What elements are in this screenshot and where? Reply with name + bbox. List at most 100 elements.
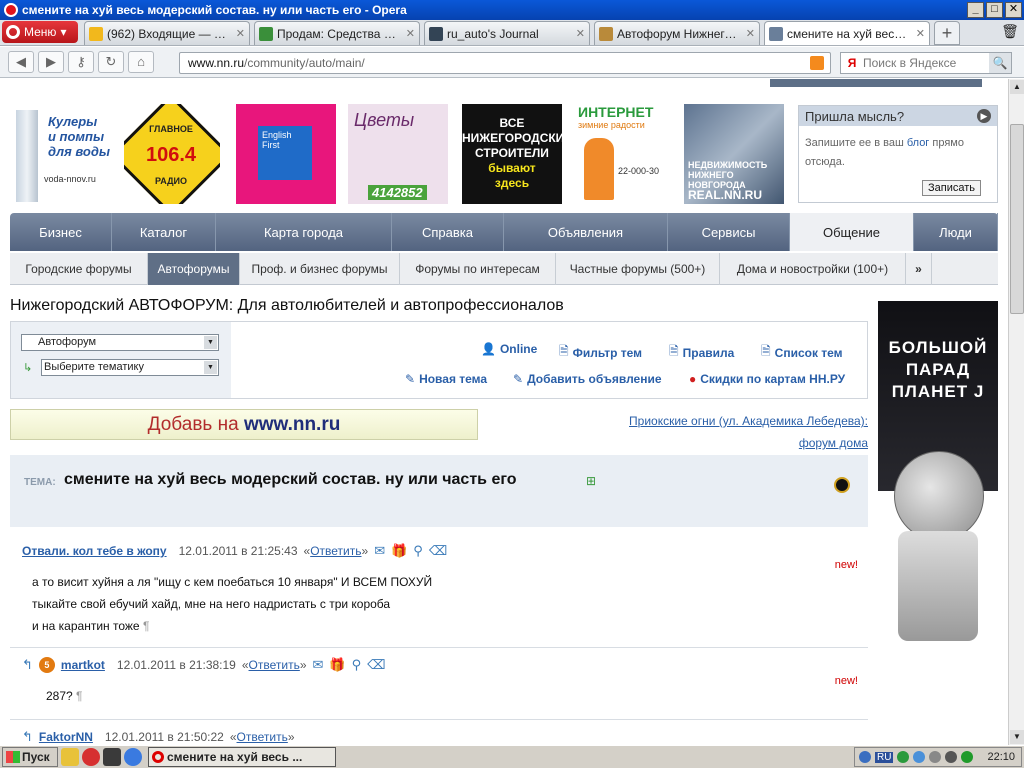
terminal-icon[interactable] xyxy=(103,748,121,766)
sub-nav-item[interactable]: Частные форумы (500+) xyxy=(556,253,720,285)
tab-ad[interactable]: Продам: Средства св... ✕ xyxy=(254,21,420,45)
sub-nav-item[interactable]: Дома и новостройки (100+) xyxy=(720,253,906,285)
tab-journal[interactable]: ru_auto's Journal ✕ xyxy=(424,21,590,45)
blog-link[interactable]: блог xyxy=(907,137,929,149)
eraser-icon[interactable]: ⌫ xyxy=(429,543,447,559)
save-button[interactable]: Записать xyxy=(921,180,981,196)
search-box[interactable]: Я Поиск в Яндексе 🔍 xyxy=(840,52,1012,74)
scrollbar[interactable]: ▲ ▼ xyxy=(1008,79,1024,745)
speaker-icon[interactable] xyxy=(945,751,958,763)
main-nav-item[interactable]: Сервисы xyxy=(668,213,790,251)
discounts-link[interactable]: ● Скидки по картам НН.РУ xyxy=(689,372,845,386)
reply-link[interactable]: Ответить xyxy=(249,658,300,672)
scroll-down-icon[interactable]: ▼ xyxy=(1010,730,1024,744)
ie-icon[interactable] xyxy=(124,748,142,766)
mail-icon[interactable]: ✉ xyxy=(374,543,385,559)
yandex-icon[interactable]: Я xyxy=(841,56,863,70)
key-icon[interactable]: ⚷ xyxy=(68,51,94,73)
main-nav-item[interactable]: Общение xyxy=(790,213,914,251)
search-input[interactable]: Поиск в Яндексе xyxy=(863,56,956,70)
chevron-down-icon[interactable]: ▼ xyxy=(204,336,217,349)
tab-current[interactable]: смените на хуй весь ... ✕ xyxy=(764,21,930,45)
chevron-down-icon[interactable]: ▼ xyxy=(204,361,217,374)
magnifier-icon[interactable]: ⚲ xyxy=(352,657,362,673)
main-nav-item[interactable]: Карта города xyxy=(216,213,392,251)
opera-menu-button[interactable]: Меню ▾ xyxy=(2,21,78,43)
chevron-right-icon[interactable]: ▶ xyxy=(977,109,991,123)
online-link[interactable]: 👤 Online xyxy=(481,342,537,356)
maximize-button[interactable]: □ xyxy=(986,2,1003,18)
trash-icon[interactable]: 🗑 xyxy=(1000,23,1020,43)
rules-link[interactable]: 🗎 Правила xyxy=(669,342,734,363)
home-button[interactable]: ⌂ xyxy=(128,51,154,73)
tray-icon[interactable] xyxy=(913,751,926,763)
magnifier-icon[interactable]: ⚲ xyxy=(413,543,423,559)
main-nav-item[interactable]: Каталог xyxy=(112,213,216,251)
tray-icon[interactable] xyxy=(929,751,942,763)
reply-link[interactable]: Ответить xyxy=(310,544,361,558)
topic-list-link[interactable]: 🗎 Список тем xyxy=(761,342,843,363)
banner-text: зимние радости xyxy=(578,120,645,130)
post-author[interactable]: martkot xyxy=(61,658,105,672)
tab-close-icon[interactable]: ✕ xyxy=(236,27,245,40)
sub-nav-item[interactable]: Проф. и бизнес форумы xyxy=(240,253,400,285)
new-tab-button[interactable]: + xyxy=(934,21,960,45)
smiley-icon[interactable] xyxy=(834,477,850,493)
banner-internet[interactable]: ИНТЕРНЕТ зимние радости 22-000-30 xyxy=(576,104,672,204)
reload-button[interactable]: ↻ xyxy=(98,51,124,73)
new-topic-link[interactable]: ✎ Новая тема xyxy=(405,372,487,386)
scroll-thumb[interactable] xyxy=(1010,124,1024,314)
promo-link[interactable]: Приокские огни (ул. Академика Лебедева):… xyxy=(598,410,868,454)
opera-icon[interactable] xyxy=(82,748,100,766)
banner-english-first[interactable]: English First xyxy=(236,104,336,204)
sub-nav-item[interactable]: Форумы по интересам xyxy=(400,253,556,285)
tab-close-icon[interactable]: ✕ xyxy=(916,27,925,40)
address-bar[interactable]: www.nn.ru/community/auto/main/ xyxy=(179,52,831,74)
post-author[interactable]: FaktorNN xyxy=(39,730,93,744)
side-banner[interactable]: БОЛЬШОЙ ПАРАД ПЛАНЕТ J xyxy=(878,301,998,745)
filter-link[interactable]: 🗎 Фильтр тем xyxy=(559,342,642,363)
banner-radio[interactable]: ГЛАВНОЕ 106.4 РАДИО xyxy=(124,104,220,204)
mail-icon[interactable]: ✉ xyxy=(313,657,324,673)
reply-link[interactable]: Ответить xyxy=(237,730,288,744)
network-icon[interactable]: ⊞ xyxy=(586,474,596,488)
tab-close-icon[interactable]: ✕ xyxy=(576,27,585,40)
main-nav-item[interactable]: Объявления xyxy=(504,213,668,251)
tray-icon[interactable] xyxy=(961,751,974,763)
taskbar-opera-window[interactable]: смените на хуй весь ... xyxy=(148,747,336,767)
scroll-up-icon[interactable]: ▲ xyxy=(1010,80,1024,94)
topic-select[interactable]: Выберите тематику ▼ xyxy=(41,359,219,376)
gift-icon[interactable]: 🎁 xyxy=(329,657,345,673)
forward-button[interactable]: ▶ xyxy=(38,51,64,73)
banner-builders[interactable]: ВСЕ НИЖЕГОРОДСКИЕ СТРОИТЕЛИ бывают здесь xyxy=(462,104,562,204)
add-banner[interactable]: Добавь на www.nn.ru xyxy=(10,409,478,440)
back-button[interactable]: ◀ xyxy=(8,51,34,73)
banner-flowers[interactable]: Цветы 4142852 xyxy=(348,104,448,204)
more-forums-button[interactable]: » xyxy=(906,253,932,285)
add-ad-link[interactable]: ✎ Добавить объявление xyxy=(513,372,662,386)
eraser-icon[interactable]: ⌫ xyxy=(367,657,385,673)
tab-autoforum[interactable]: Автофорум Нижнего ... ✕ xyxy=(594,21,760,45)
tab-mail[interactable]: (962) Входящие — dv... ✕ xyxy=(84,21,250,45)
main-nav-item[interactable]: Справка xyxy=(392,213,504,251)
sub-nav-item[interactable]: Автофорумы xyxy=(148,253,240,285)
desktop-icon[interactable] xyxy=(61,748,79,766)
gift-icon[interactable]: 🎁 xyxy=(391,543,407,559)
search-icon[interactable]: 🔍 xyxy=(989,53,1011,73)
tab-close-icon[interactable]: ✕ xyxy=(406,27,415,40)
tray-icon[interactable] xyxy=(897,751,910,763)
minimize-button[interactable]: _ xyxy=(967,2,984,18)
banner-coolers[interactable]: Кулеры и помпы для воды voda-nnov.ru xyxy=(12,104,110,204)
language-indicator[interactable]: RU xyxy=(875,751,894,763)
rss-icon[interactable] xyxy=(810,56,824,70)
tray-icon[interactable] xyxy=(859,751,871,763)
close-button[interactable]: ✕ xyxy=(1005,2,1022,18)
sub-nav-item[interactable]: Городские форумы xyxy=(10,253,148,285)
tab-close-icon[interactable]: ✕ xyxy=(746,27,755,40)
post-author[interactable]: Отвали. кол тебе в жопу xyxy=(22,544,167,558)
banner-realty[interactable]: НЕДВИЖИМОСТЬ НИЖНЕГО НОВГОРОДА REAL.NN.RU xyxy=(684,104,784,204)
main-nav-item[interactable]: Бизнес xyxy=(10,213,112,251)
start-button[interactable]: Пуск xyxy=(2,747,58,767)
main-nav-item[interactable]: Люди xyxy=(914,213,998,251)
forum-select[interactable]: Автофорум ▼ xyxy=(21,334,219,351)
